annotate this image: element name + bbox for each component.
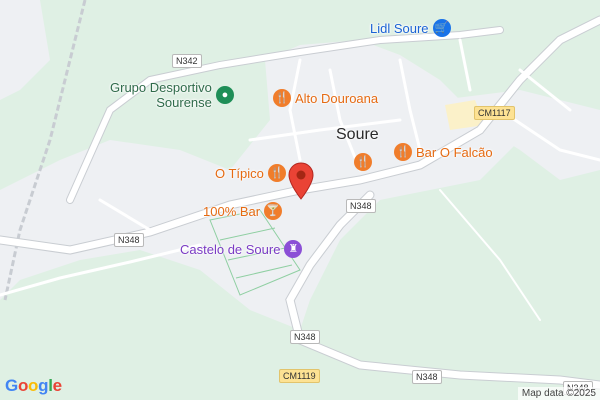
poi-label: Bar O Falcão — [416, 144, 493, 160]
map-canvas[interactable]: N342 CM1117 N348 N348 N348 N348 CM1119 N… — [0, 0, 600, 400]
road-shield-n348: N348 — [290, 330, 320, 344]
fork-knife-icon: 🍴 — [273, 89, 291, 107]
road-shield-n348: N348 — [412, 370, 442, 384]
google-logo: Google — [5, 376, 62, 395]
poi-bar-o-falcao[interactable]: 🍴 Bar O Falcão — [394, 143, 493, 161]
poi-label: Castelo de Soure — [180, 241, 281, 257]
fork-knife-icon: 🍴 — [394, 143, 412, 161]
castle-icon: ♜ — [284, 240, 303, 258]
cart-icon: 🛒 — [432, 19, 451, 37]
cocktail-icon: 🍸 — [264, 202, 283, 220]
poi-label: O Típico — [215, 165, 264, 181]
poi-grupo-desportivo[interactable]: Grupo Desportivo Sourense ● — [110, 80, 234, 110]
urban-area-west — [0, 0, 50, 100]
road-shield-cm1117: CM1117 — [474, 106, 515, 120]
town-label[interactable]: Soure — [336, 126, 379, 144]
red-location-pin[interactable] — [288, 162, 314, 200]
poi-o-tipico[interactable]: O Típico 🍴 — [215, 164, 286, 182]
poi-castelo-de-soure[interactable]: Castelo de Soure ♜ — [180, 240, 303, 258]
poi-label: Alto Douroana — [295, 90, 379, 106]
road-shield-n348: N348 — [114, 233, 144, 247]
road-shield-n342: N342 — [172, 54, 202, 68]
road-shield-cm1119: CM1119 — [279, 369, 320, 383]
fork-knife-icon[interactable]: 🍴 — [354, 153, 372, 171]
fork-knife-icon: 🍴 — [267, 164, 286, 182]
poi-label: Lidl Soure — [370, 20, 429, 36]
poi-lidl-soure[interactable]: Lidl Soure 🛒 — [370, 19, 451, 37]
poi-alto-douroana[interactable]: 🍴 Alto Douroana — [273, 89, 378, 107]
road-shield-n348: N348 — [346, 199, 376, 213]
map-attribution[interactable]: Map data ©2025 — [517, 387, 600, 400]
poi-label: 100% Bar — [203, 203, 261, 219]
poi-100-bar[interactable]: 100% Bar 🍸 — [203, 202, 283, 220]
sports-pin-icon: ● — [215, 86, 234, 104]
poi-label: Grupo Desportivo Sourense — [110, 80, 212, 110]
